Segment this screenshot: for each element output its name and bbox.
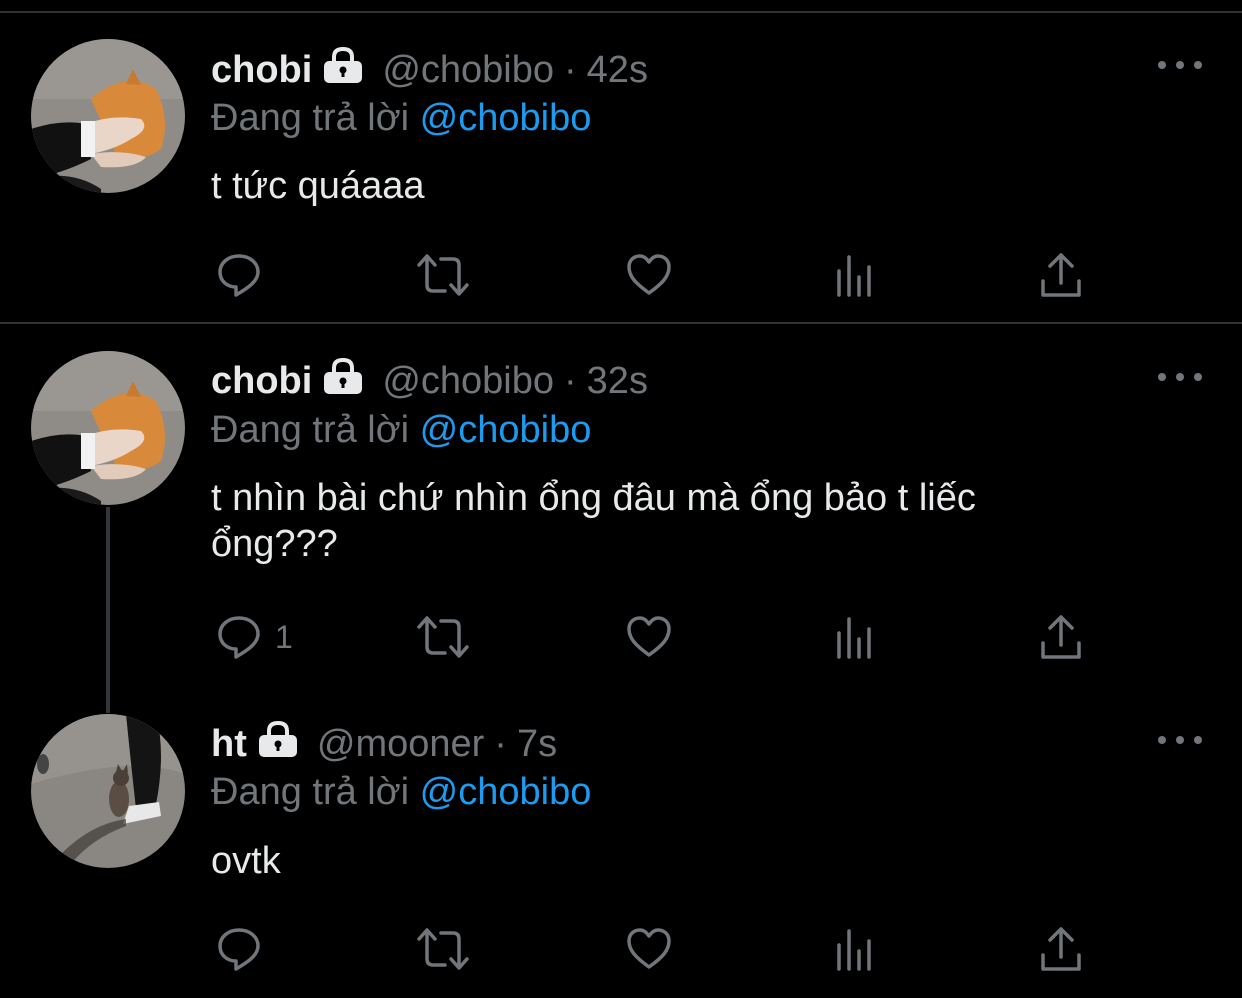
reply-count: 1 [275,618,293,655]
thread-line [106,507,110,713]
heart-icon [627,616,671,657]
reply-button[interactable]: 1 [215,612,293,662]
retweet-button[interactable] [415,924,471,974]
share-button[interactable] [1037,612,1085,662]
share-icon [1041,253,1081,297]
views-icon [837,617,871,659]
lock-icon [322,357,364,404]
reply-mention[interactable]: @chobibo [420,771,592,813]
reply-context: Đang trả lời @chobibo [211,95,591,141]
action-bar [211,924,1111,974]
retweet-icon [417,928,469,970]
separator: · [564,48,577,91]
tweet-text: t nhìn bài chứ nhìn ổng đâu mà ổng bảo t… [211,477,976,565]
avatar[interactable] [31,39,185,193]
avatar-image [31,351,185,505]
reply-mention[interactable]: @chobibo [420,409,592,451]
share-icon [1041,615,1081,659]
share-icon [1041,927,1081,971]
avatar-image [31,39,185,193]
views-icon [837,255,871,297]
reply-mention[interactable]: @chobibo [420,97,592,139]
reply-icon [218,616,260,659]
reply-button[interactable] [215,250,275,300]
display-name[interactable]: chobi [211,360,312,403]
user-handle[interactable]: @chobibo [382,49,554,92]
separator: · [564,359,577,402]
reply-prefix: Đang trả lời [211,97,410,139]
more-icon[interactable] [1158,730,1202,750]
display-name[interactable]: chobi [211,49,312,92]
retweet-icon [417,254,469,296]
separator: · [494,722,507,765]
reply-context: Đang trả lời @chobibo [211,769,591,815]
reply-button[interactable] [215,924,275,974]
retweet-icon [417,616,469,658]
user-handle[interactable]: @mooner [317,723,484,766]
reply-prefix: Đang trả lời [211,771,410,813]
lock-icon [257,720,299,767]
like-button[interactable] [625,612,673,662]
reply-context: Đang trả lời @chobibo [211,407,591,453]
action-bar [211,250,1111,300]
timestamp[interactable]: 7s [517,723,557,766]
heart-icon [627,254,671,295]
retweet-button[interactable] [415,250,471,300]
like-button[interactable] [625,250,673,300]
like-button[interactable] [625,924,673,974]
tweet-divider [0,322,1242,324]
tweet-text: ovtk [211,840,281,882]
views-button[interactable] [831,612,879,662]
more-icon[interactable] [1158,55,1202,75]
avatar[interactable] [31,351,185,505]
tweet-text: t tức quáaaa [211,165,425,207]
timestamp[interactable]: 42s [587,49,648,92]
timestamp[interactable]: 32s [587,360,648,403]
heart-icon [627,928,671,969]
avatar-image [31,714,185,868]
top-divider [0,11,1242,13]
avatar[interactable] [31,714,185,868]
views-button[interactable] [831,924,879,974]
user-handle[interactable]: @chobibo [382,360,554,403]
display-name[interactable]: ht [211,723,247,766]
share-button[interactable] [1037,250,1085,300]
views-icon [837,929,871,971]
reply-icon [218,254,260,297]
tweet-header: chobi @chobibo · 42s [211,46,648,93]
tweet-header: chobi @chobibo · 32s [211,357,648,404]
retweet-button[interactable] [415,612,471,662]
views-button[interactable] [831,250,879,300]
action-bar: 1 [211,612,1111,662]
tweet-header: ht @mooner · 7s [211,720,557,767]
share-button[interactable] [1037,924,1085,974]
more-icon[interactable] [1158,367,1202,387]
lock-icon [322,46,364,93]
reply-icon [218,928,260,971]
reply-prefix: Đang trả lời [211,409,410,451]
